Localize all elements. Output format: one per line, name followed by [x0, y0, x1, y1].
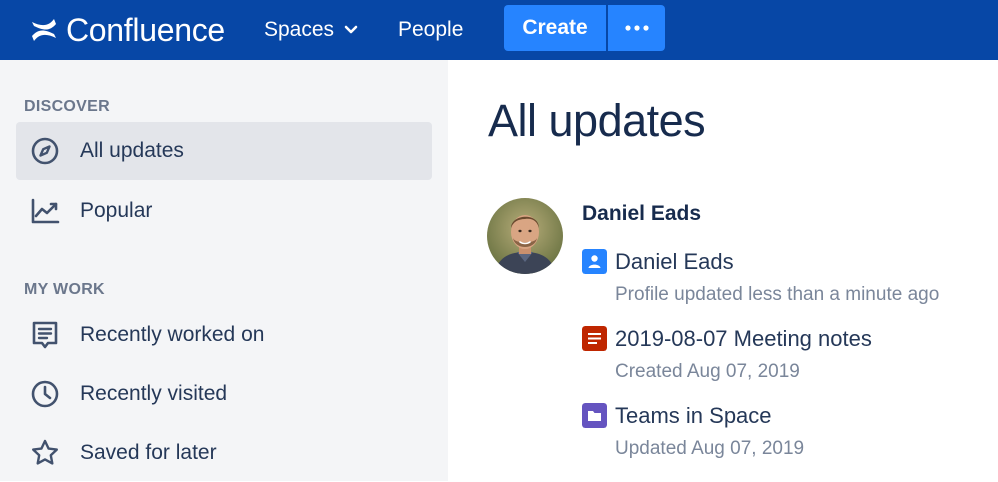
author-name[interactable]: Daniel Eads [582, 202, 701, 226]
update-title-link[interactable]: Teams in Space [615, 403, 772, 429]
clock-icon [31, 380, 59, 408]
confluence-logo[interactable]: Confluence [30, 12, 225, 48]
compass-icon [31, 137, 59, 165]
profile-icon [582, 249, 607, 274]
user-photo [487, 198, 563, 274]
logo-text: Confluence [66, 11, 225, 48]
trending-chart-icon [31, 198, 60, 224]
document-icon [32, 321, 58, 349]
star-icon [32, 439, 58, 465]
sidebar-item-label: Popular [80, 199, 153, 222]
sidebar-item-label: Recently worked on [80, 323, 265, 346]
sidebar-item-recently-worked-on[interactable]: Recently worked on [16, 306, 432, 364]
update-title-link[interactable]: 2019-08-07 Meeting notes [615, 326, 872, 352]
more-dots-icon [624, 25, 649, 31]
discover-heading: DISCOVER [24, 98, 110, 115]
sidebar-item-saved-for-later[interactable]: Saved for later [16, 424, 432, 482]
confluence-logo-icon [32, 19, 56, 41]
chevron-down-icon [344, 25, 358, 34]
sidebar-item-label: Saved for later [80, 441, 217, 464]
update-title-link[interactable]: Daniel Eads [615, 249, 734, 275]
sidebar-item-label: Recently visited [80, 382, 228, 405]
sidebar-item-popular[interactable]: Popular [16, 182, 432, 240]
my-work-heading: MY WORK [24, 281, 105, 298]
page-title: All updates [488, 95, 706, 146]
sidebar: DISCOVER All updates Popular MY WORK Rec… [0, 60, 448, 481]
sidebar-item-recently-visited[interactable]: Recently visited [16, 365, 432, 423]
meeting-notes-icon [582, 326, 607, 351]
top-navigation-bar: Confluence Spaces People Create [0, 0, 998, 60]
people-link[interactable]: People [398, 16, 463, 44]
update-meta: Updated Aug 07, 2019 [615, 438, 805, 459]
spaces-label: Spaces [264, 18, 335, 41]
spaces-menu[interactable]: Spaces [264, 16, 358, 44]
more-options-button[interactable] [608, 5, 665, 51]
update-meta: Profile updated less than a minute ago [615, 284, 940, 305]
sidebar-item-all-updates[interactable]: All updates [16, 122, 432, 180]
folder-icon [582, 403, 607, 428]
update-meta: Created Aug 07, 2019 [615, 361, 800, 382]
create-button[interactable]: Create [504, 5, 606, 51]
sidebar-item-label: All updates [80, 139, 184, 162]
avatar[interactable] [487, 198, 563, 274]
